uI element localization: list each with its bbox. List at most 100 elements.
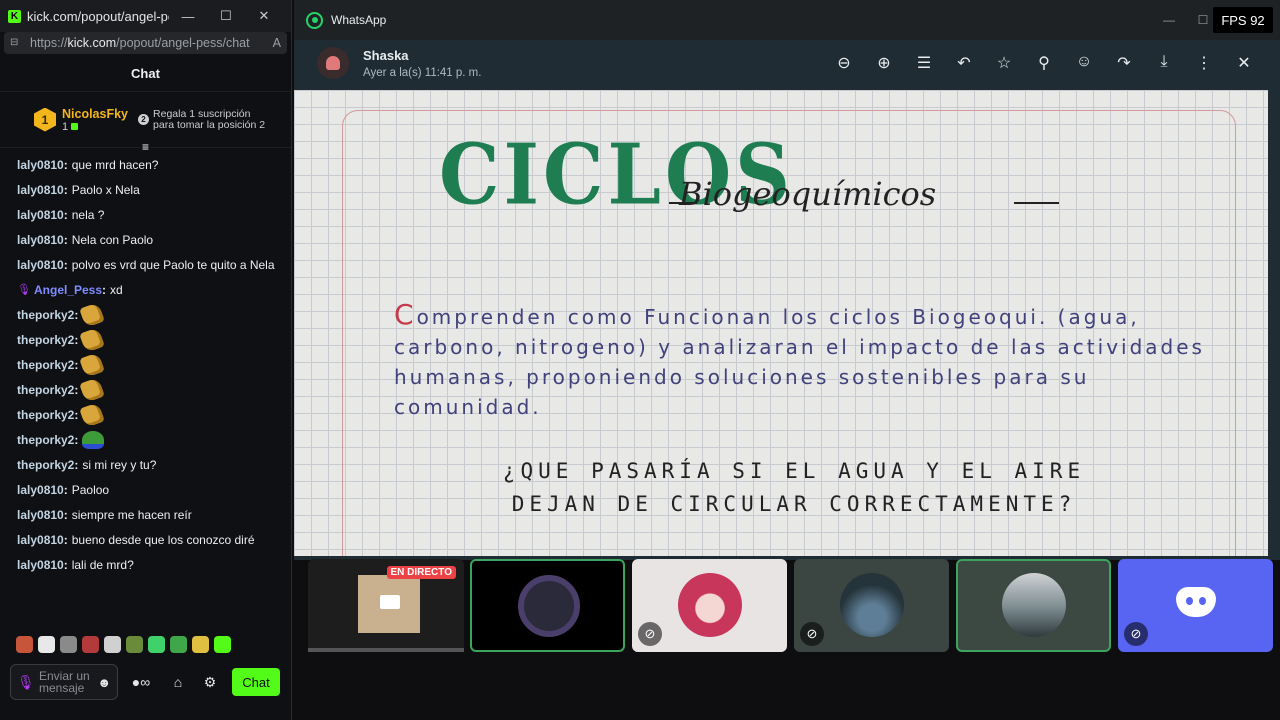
chat-message: laly0810: Nela con Paolo — [17, 232, 154, 247]
more-options-icon[interactable]: ⋮ — [1184, 53, 1224, 73]
emote-icon[interactable] — [126, 636, 143, 653]
emoji-picker-icon[interactable]: ☻ — [97, 675, 111, 690]
deafened-icon: ⊘ — [800, 622, 824, 646]
participant-tile[interactable]: ⊘ — [1118, 559, 1273, 652]
emote-clap-icon[interactable] — [79, 326, 106, 353]
emote-clap-icon[interactable] — [79, 351, 106, 378]
close-viewer-icon[interactable]: ✕ — [1224, 53, 1264, 73]
reader-mode-icon[interactable]: A — [273, 36, 281, 50]
live-badge: EN DIRECTO — [386, 566, 456, 579]
forward-icon[interactable]: ↷ — [1104, 53, 1144, 73]
participant-avatar — [840, 573, 904, 637]
whatsapp-logo-icon — [306, 11, 323, 29]
chat-message: laly0810: lali de mrd? — [17, 557, 134, 572]
emote-clap-icon[interactable] — [79, 401, 106, 428]
kick-chat-window: K kick.com/popout/angel-pes... — ☐ ✕ ⊟ h… — [0, 0, 292, 720]
chat-message: laly0810: Paoloo — [17, 482, 110, 497]
shared-photo[interactable]: CICLOS Biogeoquímicos Comprenden como Fu… — [294, 90, 1268, 556]
chat-message: 🎙 Angel_Pess: xd — [17, 282, 123, 297]
zoom-in-icon[interactable]: ⊕ — [864, 53, 904, 73]
broadcaster-mic-icon: 🎙 — [17, 283, 31, 296]
chat-message: theporky2: — [17, 326, 291, 353]
maximize-button[interactable]: ☐ — [207, 8, 245, 24]
go-to-message-icon[interactable]: ☰ — [904, 53, 944, 73]
whatsapp-window: WhatsApp — ☐ Shaska Ayer a la(s) 11:41 p… — [294, 0, 1280, 560]
leader-gift-count: 1 — [62, 121, 128, 133]
media-viewer-header: Shaska Ayer a la(s) 11:41 p. m. ⊖ ⊕ ☰ ↶ … — [294, 40, 1280, 86]
store-icon[interactable]: ⌂ — [164, 674, 192, 690]
chat-composer: 🎙 Enviar un mensaje ☻ ●∞ ⌂ ⚙ Chat — [10, 663, 290, 701]
emote-pepe-icon[interactable] — [82, 430, 105, 449]
reply-icon[interactable]: ↶ — [944, 53, 984, 73]
message-time: Ayer a la(s) 11:41 p. m. — [363, 66, 482, 79]
browser-title: kick.com/popout/angel-pes... — [27, 8, 169, 24]
infinity-icon[interactable]: ●∞ — [122, 674, 160, 690]
emote-icon[interactable] — [104, 636, 121, 653]
browser-titlebar: K kick.com/popout/angel-pes... — ☐ ✕ — [0, 0, 291, 32]
address-bar[interactable]: ⊟ https://kick.com/popout/angel-pess/cha… — [4, 32, 287, 54]
muted-mic-icon: ⊘ — [1124, 622, 1148, 646]
download-icon[interactable]: ⤓ — [1144, 53, 1184, 73]
site-info-icon[interactable]: ⊟ — [10, 37, 22, 49]
chat-message: theporky2: — [17, 376, 291, 403]
participant-tile[interactable] — [470, 559, 625, 652]
emote-icon[interactable] — [38, 636, 55, 653]
deafened-icon: ⊘ — [638, 622, 662, 646]
chat-message: theporky2: si mi rey y tu? — [17, 457, 157, 472]
emote-icon[interactable] — [60, 636, 77, 653]
emote-icon[interactable] — [148, 636, 165, 653]
kick-logo-icon: K — [8, 9, 21, 23]
collapse-icon[interactable]: ≡ — [140, 140, 152, 154]
gift-leaderboard: 1 NicolasFky 1 2 Regala 1 suscripción pa… — [0, 92, 291, 154]
minimize-button[interactable]: — — [169, 9, 207, 24]
react-emoji-icon[interactable]: ☺ — [1064, 53, 1104, 73]
chat-title: Chat — [0, 56, 291, 92]
send-chat-button[interactable]: Chat — [232, 668, 280, 696]
chat-messages: laly0810: que mrd hacen? laly0810: Paolo x… — [0, 148, 291, 577]
emote-clap-icon[interactable] — [79, 376, 106, 403]
whatsapp-titlebar: WhatsApp — ☐ — [294, 0, 1280, 40]
contact-name[interactable]: Shaska — [363, 48, 481, 63]
participant-tile[interactable]: ⊘ — [632, 559, 787, 652]
emote-icon[interactable] — [16, 636, 33, 653]
participant-tile[interactable]: ⊘ — [794, 559, 949, 652]
emote-icon[interactable] — [214, 636, 231, 653]
rank-badge: 1 — [34, 107, 56, 132]
chat-message: theporky2: — [17, 401, 291, 428]
stream-tile[interactable]: EN DIRECTO — [308, 559, 464, 652]
leader-name[interactable]: NicolasFky — [62, 107, 128, 121]
participant-tile[interactable] — [956, 559, 1111, 652]
stream-preview — [358, 575, 420, 633]
fps-counter: FPS 92 — [1213, 7, 1273, 33]
gift-icon — [71, 122, 79, 130]
whatsapp-title: WhatsApp — [331, 13, 387, 27]
quick-emotes — [16, 636, 231, 653]
close-button[interactable]: ✕ — [245, 8, 283, 24]
contact-avatar[interactable] — [317, 47, 349, 79]
mic-icon[interactable]: 🎙 — [17, 674, 39, 691]
zoom-out-icon[interactable]: ⊖ — [824, 53, 864, 73]
notebook-subtitle: Biogeoquímicos — [679, 175, 937, 213]
settings-gear-icon[interactable]: ⚙ — [196, 674, 224, 691]
screen-share-icon — [380, 595, 400, 609]
chat-input-placeholder[interactable]: Enviar un mensaje — [39, 669, 97, 695]
notebook-question: ¿QUE PASARÍA SI EL AGUA Y EL AIRE DEJAN … — [502, 459, 1086, 516]
chat-message: laly0810: que mrd hacen? — [17, 157, 159, 172]
chat-message: theporky2: — [17, 427, 291, 452]
url-text[interactable]: https://kick.com/popout/angel-pess/chat — [30, 36, 273, 50]
stream-tile-bar — [308, 648, 464, 652]
emote-clap-icon[interactable] — [79, 301, 106, 328]
chat-message: theporky2: — [17, 301, 291, 328]
pin-icon[interactable]: ⚲ — [1024, 53, 1064, 73]
emote-icon[interactable] — [170, 636, 187, 653]
emote-icon[interactable] — [192, 636, 209, 653]
emote-icon[interactable] — [82, 636, 99, 653]
discord-logo-icon — [1176, 587, 1216, 617]
chat-message: laly0810: Paolo x Nela — [17, 182, 140, 197]
chat-input[interactable]: 🎙 Enviar un mensaje ☻ — [10, 664, 118, 700]
wa-minimize-button[interactable]: — — [1152, 13, 1186, 27]
gift-cta[interactable]: 2 Regala 1 suscripción para tomar la pos… — [138, 108, 271, 131]
participant-avatar — [678, 573, 742, 637]
star-icon[interactable]: ☆ — [984, 53, 1024, 73]
chat-message: laly0810: siempre me hacen reír — [17, 507, 192, 522]
